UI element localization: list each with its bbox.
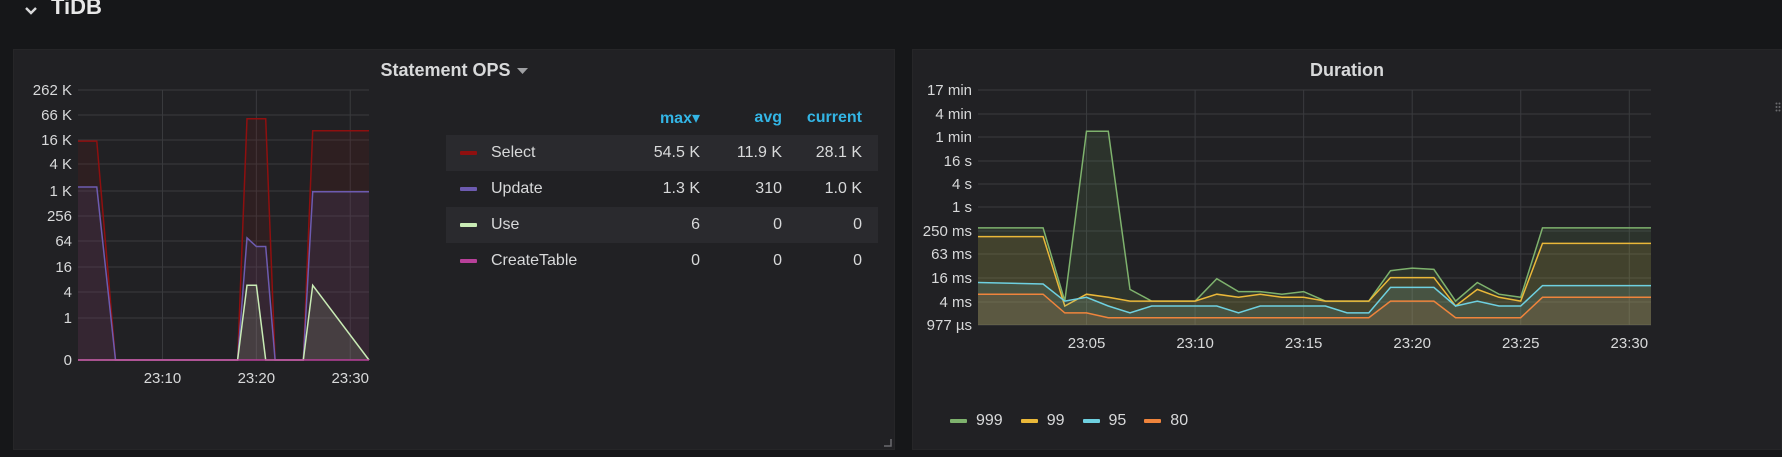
legend-header-avg[interactable]: avg bbox=[700, 109, 782, 127]
y-tick-label: 256 bbox=[47, 208, 72, 225]
legend-max: 54.5 K bbox=[653, 144, 700, 161]
duration-chart[interactable]: 17 min 4 min 1 min 16 s 4 s 1 s 250 ms 63 ms 16 … bbox=[913, 50, 1782, 410]
legend-item-999[interactable]: 999 bbox=[950, 412, 1003, 430]
legend-avg: 0 bbox=[773, 216, 782, 233]
legend-current: 1.0 K bbox=[824, 180, 862, 197]
legend-row-update[interactable]: Update 1.3 K 310 1.0 K bbox=[446, 171, 878, 207]
x-tick-label: 23:30 bbox=[331, 370, 369, 387]
x-tick-label: 23:20 bbox=[238, 370, 276, 387]
duration-legend: 999 99 95 80 bbox=[950, 412, 1188, 430]
y-tick-label: 66 K bbox=[41, 107, 72, 124]
x-tick-label: 23:10 bbox=[1176, 335, 1214, 352]
series-color-swatch[interactable] bbox=[1082, 419, 1100, 423]
x-tick-label: 23:15 bbox=[1285, 335, 1323, 352]
legend-current: 0 bbox=[853, 216, 862, 233]
legend-item-80[interactable]: 80 bbox=[1144, 412, 1188, 430]
caret-down-icon bbox=[516, 67, 528, 74]
y-tick-label: 16 s bbox=[944, 153, 972, 170]
statement-ops-panel: Statement OPS 262 K 66 K 16 K4 K1 K 256 64 16… bbox=[13, 49, 895, 450]
series-name[interactable]: 999 bbox=[976, 412, 1003, 430]
y-tick-label: 977 µs bbox=[927, 317, 972, 334]
series-name[interactable]: CreateTable bbox=[491, 252, 577, 270]
duration-panel: Duration 17 min 4 min 1 min 16 s4 s1 s 250 m… bbox=[912, 49, 1782, 450]
chevron-down-icon[interactable] bbox=[22, 2, 40, 20]
y-tick-label: 4 K bbox=[49, 156, 72, 173]
y-tick-label: 4 ms bbox=[939, 294, 972, 311]
legend-avg: 0 bbox=[773, 252, 782, 269]
series-name[interactable]: 80 bbox=[1170, 412, 1188, 430]
x-tick-label: 23:10 bbox=[144, 370, 182, 387]
legend-table: max▾ avg current Select 54.5 K 11.9 K 28… bbox=[446, 101, 878, 279]
legend-header-max[interactable]: max▾ bbox=[618, 108, 700, 128]
legend-row-use[interactable]: Use 6 0 0 bbox=[446, 207, 878, 243]
legend-current: 0 bbox=[853, 252, 862, 269]
drag-handle-icon[interactable] bbox=[1775, 102, 1781, 112]
y-tick-label: 1 min bbox=[935, 129, 972, 146]
y-tick-label: 17 min bbox=[927, 82, 972, 99]
y-tick-label: 16 bbox=[55, 259, 72, 276]
series-name[interactable]: Update bbox=[491, 180, 543, 198]
legend-max: 1.3 K bbox=[662, 180, 700, 197]
y-tick-label: 16 K bbox=[41, 132, 72, 149]
series-color-swatch[interactable] bbox=[460, 187, 477, 191]
legend-header: max▾ avg current bbox=[446, 101, 878, 135]
x-tick-label: 23:05 bbox=[1068, 335, 1106, 352]
legend-header-current[interactable]: current bbox=[782, 109, 878, 127]
row-title: TiDB bbox=[51, 0, 102, 19]
y-tick-label: 4 s bbox=[952, 176, 972, 193]
y-tick-label: 1 bbox=[64, 310, 72, 327]
legend-avg: 310 bbox=[755, 180, 782, 197]
series-color-swatch[interactable] bbox=[460, 259, 477, 263]
legend-row-createtable[interactable]: CreateTable 0 0 0 bbox=[446, 243, 878, 279]
series-color-swatch[interactable] bbox=[1144, 419, 1162, 423]
x-tick-label: 23:20 bbox=[1393, 335, 1431, 352]
y-tick-label: 262 K bbox=[33, 82, 72, 99]
y-tick-label: 4 bbox=[64, 284, 72, 301]
legend-item-95[interactable]: 95 bbox=[1082, 412, 1127, 430]
series-name[interactable]: Use bbox=[491, 216, 519, 234]
statement-ops-chart[interactable]: 262 K 66 K 16 K 4 K 1 K 256 64 16 4 1 0 23:10 23:20 2… bbox=[14, 50, 414, 450]
x-tick-label: 23:30 bbox=[1611, 335, 1649, 352]
legend-item-99[interactable]: 99 bbox=[1020, 412, 1065, 430]
x-tick-label: 23:25 bbox=[1502, 335, 1540, 352]
y-tick-label: 64 bbox=[55, 233, 72, 250]
legend-avg: 11.9 K bbox=[736, 144, 782, 161]
legend-current: 28.1 K bbox=[815, 144, 862, 161]
y-tick-label: 250 ms bbox=[923, 223, 972, 240]
y-tick-label: 16 ms bbox=[931, 270, 972, 287]
y-tick-label: 4 min bbox=[935, 106, 972, 123]
y-tick-label: 1 K bbox=[49, 183, 72, 200]
legend-row-select[interactable]: Select 54.5 K 11.9 K 28.1 K bbox=[446, 135, 878, 171]
legend-max: 0 bbox=[691, 252, 700, 269]
series-name[interactable]: Select bbox=[491, 144, 535, 162]
y-tick-label: 1 s bbox=[952, 199, 972, 216]
series-color-swatch[interactable] bbox=[460, 151, 477, 155]
y-tick-label: 0 bbox=[64, 352, 72, 369]
series-color-swatch[interactable] bbox=[460, 223, 477, 227]
y-tick-label: 63 ms bbox=[931, 246, 972, 263]
series-name[interactable]: 95 bbox=[1109, 412, 1127, 430]
row-header[interactable]: TiDB bbox=[0, 0, 1782, 46]
series-color-swatch[interactable] bbox=[950, 419, 967, 423]
series-color-swatch[interactable] bbox=[1020, 419, 1038, 423]
resize-handle-icon[interactable] bbox=[884, 439, 892, 447]
legend-max: 6 bbox=[691, 216, 700, 233]
series-name[interactable]: 99 bbox=[1047, 412, 1065, 430]
